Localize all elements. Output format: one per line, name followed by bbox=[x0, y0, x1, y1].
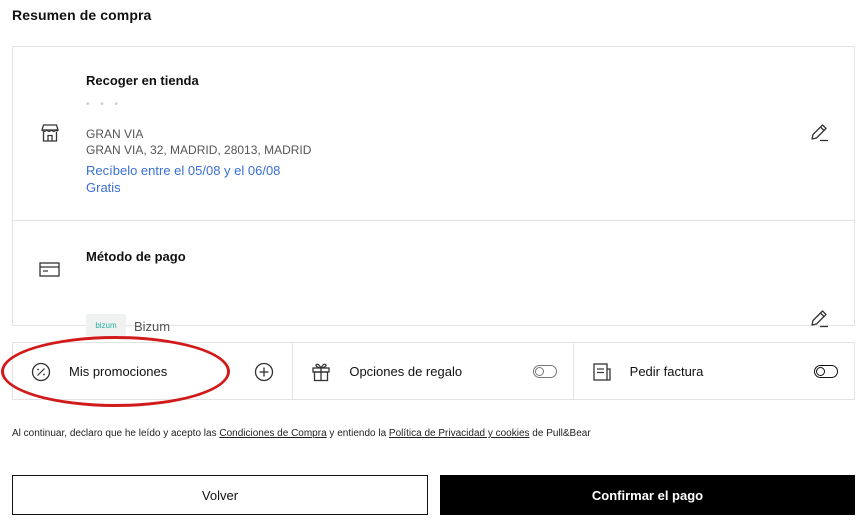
page-title: Resumen de compra bbox=[12, 7, 152, 23]
legal-prefix: Al continuar, declaro que he leído y ace… bbox=[12, 428, 220, 439]
back-button[interactable]: Volver bbox=[12, 475, 428, 515]
legal-middle: y entiendo la bbox=[326, 428, 389, 439]
masked-store-info: • • • bbox=[86, 99, 123, 110]
order-options-bar: Mis promociones Opciones de regalo Pedir… bbox=[12, 342, 855, 400]
legal-suffix: de Pull&Bear bbox=[529, 428, 591, 439]
option-gift[interactable]: Opciones de regalo bbox=[293, 343, 574, 399]
option-promotions[interactable]: Mis promociones bbox=[13, 343, 294, 399]
shipping-cost: Gratis bbox=[86, 180, 121, 195]
shipping-method-label: Recoger en tienda bbox=[86, 73, 199, 88]
delivery-window: Recíbelo entre el 05/08 y el 06/08 bbox=[86, 163, 281, 178]
order-summary-card: Recoger en tienda • • • GRAN VIA GRAN VI… bbox=[12, 46, 855, 336]
gift-icon bbox=[312, 363, 330, 382]
gift-options-label: Opciones de regalo bbox=[349, 364, 463, 379]
privacy-link[interactable]: Política de Privacidad y cookies bbox=[389, 428, 530, 439]
card-icon bbox=[39, 262, 60, 277]
shipping-section: Recoger en tienda • • • GRAN VIA GRAN VI… bbox=[13, 47, 854, 221]
gift-toggle[interactable] bbox=[533, 365, 558, 378]
terms-link[interactable]: Condiciones de Compra bbox=[219, 428, 326, 439]
option-invoice[interactable]: Pedir factura bbox=[574, 343, 854, 399]
plus-circle-icon[interactable] bbox=[254, 362, 274, 382]
invoice-label: Pedir factura bbox=[629, 364, 704, 379]
edit-shipping-pencil-icon[interactable] bbox=[808, 121, 830, 143]
promotions-label: Mis promociones bbox=[69, 364, 168, 379]
confirm-payment-button[interactable]: Confirmar el pago bbox=[440, 475, 855, 515]
payment-section: Método de pago bizum Bizum bbox=[13, 221, 854, 336]
payment-method-label: Método de pago bbox=[86, 249, 186, 264]
bizum-logo: bizum bbox=[86, 314, 126, 336]
legal-notice: Al continuar, declaro que he leído y ace… bbox=[12, 428, 591, 439]
store-icon bbox=[41, 124, 59, 142]
discount-icon bbox=[31, 362, 51, 382]
edit-payment-pencil-icon[interactable] bbox=[808, 307, 830, 329]
bizum-logo-text: bizum bbox=[95, 320, 117, 330]
invoice-icon bbox=[593, 363, 611, 381]
store-name: GRAN VIA bbox=[86, 127, 144, 141]
payment-method-name: Bizum bbox=[134, 319, 171, 334]
invoice-toggle[interactable] bbox=[813, 365, 838, 378]
store-address: GRAN VIA, 32, MADRID, 28013, MADRID bbox=[86, 143, 312, 157]
